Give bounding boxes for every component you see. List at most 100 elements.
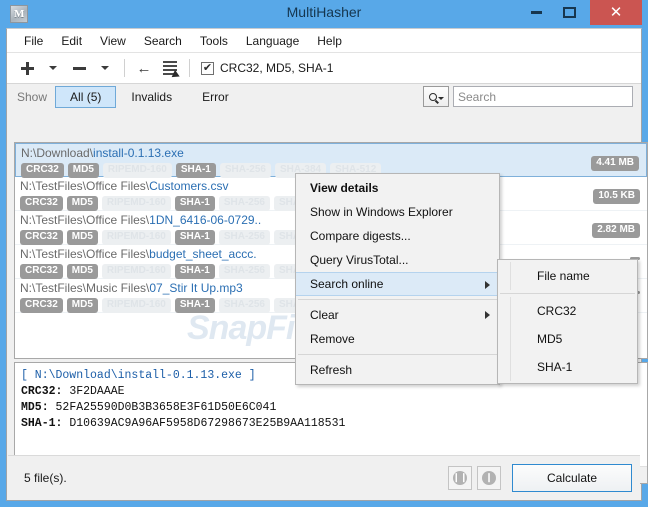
badge-ripemd160[interactable]: RIPEMD-160 <box>101 264 171 279</box>
badge-sha1[interactable]: SHA-1 <box>174 230 215 245</box>
badge-sha1[interactable]: SHA-1 <box>174 298 215 313</box>
results-value-crc32: 3F2DAAAE <box>69 385 125 398</box>
menu-language[interactable]: Language <box>237 31 308 51</box>
badge-ripemd160[interactable]: RIPEMD-160 <box>101 196 171 211</box>
add-files-dropdown[interactable] <box>41 56 65 80</box>
title-bar: M MultiHasher ✕ <box>6 0 642 28</box>
submenu-separator <box>500 293 635 294</box>
badge-sha1[interactable]: SHA-1 <box>174 196 215 211</box>
badge-md5[interactable]: MD5 <box>67 163 99 178</box>
select-list-button[interactable] <box>158 56 182 80</box>
menu-bar: File Edit View Search Tools Language Hel… <box>7 29 641 53</box>
remove-files-dropdown[interactable] <box>93 56 117 80</box>
file-dir: N:\TestFiles\Office Files\ <box>20 213 150 227</box>
submenu-item-file-name[interactable]: File name <box>510 262 637 290</box>
close-button[interactable]: ✕ <box>590 0 642 25</box>
stop-button[interactable]: ❙ <box>477 465 501 490</box>
context-menu-separator <box>298 299 497 300</box>
file-size-badge: 4.41 MB <box>591 156 639 171</box>
search-input[interactable] <box>453 86 633 107</box>
file-size-badge: 2.82 MB <box>592 223 640 238</box>
results-title: [ N:\Download\install-0.1.13.exe ] <box>21 369 256 382</box>
badge-sha256[interactable]: SHA-256 <box>219 163 271 178</box>
results-label-sha1: SHA-1: <box>21 417 63 430</box>
context-menu-separator-2 <box>298 354 497 355</box>
status-bar: 5 file(s). ❙❙ ❙ Calculate <box>8 455 640 499</box>
stop-icon: ❙ <box>482 470 496 485</box>
menu-search[interactable]: Search <box>135 31 191 51</box>
context-menu-item-search-online[interactable]: Search online <box>296 272 499 296</box>
context-menu-item-clear[interactable]: Clear <box>296 303 499 327</box>
menu-help[interactable]: Help <box>308 31 351 51</box>
file-name: install-0.1.13.exe <box>93 146 184 160</box>
toolbar: ← ✔ CRC32, MD5, SHA-1 <box>7 53 641 84</box>
pause-button[interactable]: ❙❙ <box>448 465 472 490</box>
search-online-submenu[interactable]: File name CRC32 MD5 SHA-1 <box>497 259 638 384</box>
results-line-sha1: SHA-1: D10639AC9A96AF5958D67298673E25B9A… <box>21 417 345 430</box>
context-menu[interactable]: View details Show in Windows Explorer Co… <box>295 173 500 385</box>
minus-icon <box>72 66 86 70</box>
menu-edit[interactable]: Edit <box>52 31 91 51</box>
plus-icon <box>20 61 34 75</box>
chevron-right-icon <box>485 281 490 289</box>
badge-ripemd160[interactable]: RIPEMD-160 <box>102 163 172 178</box>
pause-icon: ❙❙ <box>452 470 468 485</box>
submenu-item-sha1[interactable]: SHA-1 <box>510 353 637 381</box>
remove-files-button[interactable] <box>67 56 91 80</box>
badge-sha256[interactable]: SHA-256 <box>218 298 270 313</box>
badge-crc32[interactable]: CRC32 <box>20 298 63 313</box>
badge-sha256[interactable]: SHA-256 <box>218 264 270 279</box>
file-dir: N:\TestFiles\Office Files\ <box>20 179 150 193</box>
calculate-button[interactable]: Calculate <box>512 463 632 492</box>
context-menu-item-refresh[interactable]: Refresh <box>296 358 499 382</box>
back-button[interactable]: ← <box>132 56 156 80</box>
badge-crc32[interactable]: CRC32 <box>21 163 64 178</box>
submenu-item-md5[interactable]: MD5 <box>510 325 637 353</box>
maximize-button[interactable] <box>554 0 584 25</box>
results-label-crc32: CRC32: <box>21 385 63 398</box>
badge-sha256[interactable]: SHA-256 <box>218 196 270 211</box>
file-dir: N:\TestFiles\Office Files\ <box>20 247 150 261</box>
select-list-icon <box>163 61 177 75</box>
badge-sha256[interactable]: SHA-256 <box>218 230 270 245</box>
filter-tab-error[interactable]: Error <box>187 86 244 108</box>
badge-md5[interactable]: MD5 <box>66 264 98 279</box>
badge-crc32[interactable]: CRC32 <box>20 196 63 211</box>
add-files-button[interactable] <box>15 56 39 80</box>
file-name: 1DN_6416-06-0729.. <box>149 213 262 227</box>
badge-ripemd160[interactable]: RIPEMD-160 <box>101 298 171 313</box>
context-menu-item-show-in-explorer[interactable]: Show in Windows Explorer <box>296 200 499 224</box>
filter-bar: Show All (5) Invalids Error <box>7 84 641 110</box>
algorithms-toggle[interactable]: ✔ CRC32, MD5, SHA-1 <box>201 61 333 75</box>
badge-sha1[interactable]: SHA-1 <box>175 163 216 178</box>
filter-tab-invalids[interactable]: Invalids <box>116 86 187 108</box>
badge-sha1[interactable]: SHA-1 <box>174 264 215 279</box>
submenu-item-crc32[interactable]: CRC32 <box>510 297 637 325</box>
badge-ripemd160[interactable]: RIPEMD-160 <box>101 230 171 245</box>
menu-view[interactable]: View <box>91 31 135 51</box>
table-row[interactable]: N:\Download\install-0.1.13.exe CRC32 MD5… <box>15 143 647 178</box>
badge-md5[interactable]: MD5 <box>66 298 98 313</box>
minimize-button[interactable] <box>521 0 551 25</box>
context-menu-item-view-details[interactable]: View details <box>296 176 499 200</box>
filter-tab-all[interactable]: All (5) <box>55 86 117 108</box>
context-menu-item-query-virustotal[interactable]: Query VirusTotal... <box>296 248 499 272</box>
minimize-icon <box>530 11 542 14</box>
status-actions: ❙❙ ❙ Calculate <box>448 463 632 492</box>
algorithms-label: CRC32, MD5, SHA-1 <box>220 61 334 75</box>
chevron-down-icon <box>49 66 57 70</box>
results-line-md5: MD5: 52FA25590D0B3B3658E3F61D50E6C041 <box>21 401 276 414</box>
badge-md5[interactable]: MD5 <box>66 196 98 211</box>
context-menu-item-clear-label: Clear <box>310 308 339 322</box>
menu-file[interactable]: File <box>15 31 52 51</box>
context-menu-item-remove[interactable]: Remove <box>296 327 499 351</box>
maximize-icon <box>562 7 576 18</box>
show-label: Show <box>17 90 48 104</box>
badge-md5[interactable]: MD5 <box>66 230 98 245</box>
search-options-button[interactable] <box>423 86 449 107</box>
menu-tools[interactable]: Tools <box>191 31 237 51</box>
badge-crc32[interactable]: CRC32 <box>20 264 63 279</box>
client-area: File Edit View Search Tools Language Hel… <box>6 28 648 501</box>
context-menu-item-compare-digests[interactable]: Compare digests... <box>296 224 499 248</box>
badge-crc32[interactable]: CRC32 <box>20 230 63 245</box>
